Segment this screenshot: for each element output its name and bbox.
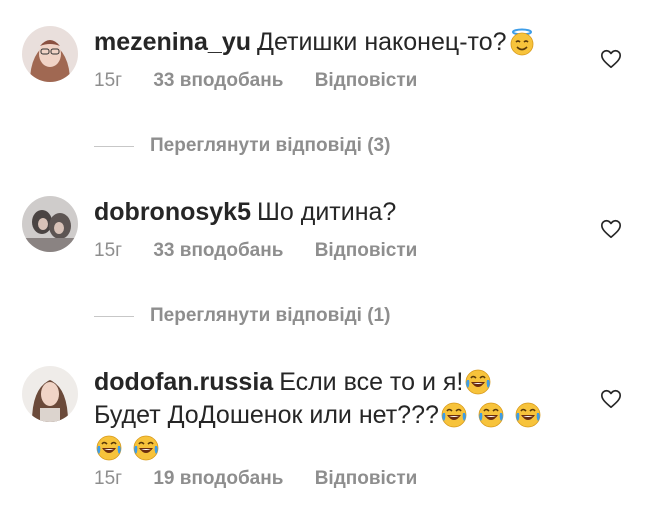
comment-text: mezenina_yu Детишки наконец-то?	[94, 26, 537, 59]
view-replies-button[interactable]: Переглянути відповіді (1)	[94, 305, 390, 327]
avatar[interactable]	[22, 366, 78, 422]
reply-button[interactable]: Відповісти	[315, 468, 418, 489]
face-with-tears-of-joy-icon	[514, 401, 542, 429]
face-with-tears-of-joy-icon	[95, 434, 123, 462]
likes-count[interactable]: 19 вподобань	[153, 468, 283, 489]
comment-body: Детишки наконец-то?	[257, 28, 507, 56]
comment-body-line2: Будет ДоДошенок или нет???	[94, 401, 439, 429]
likes-count[interactable]: 33 вподобань	[153, 240, 283, 261]
username[interactable]: dobronosyk5	[94, 198, 251, 226]
comment-meta: 15г 33 вподобань Відповісти	[94, 70, 443, 92]
heart-outline-icon[interactable]	[600, 48, 622, 70]
comment-text: dobronosyk5 Шо дитина?	[94, 196, 396, 229]
smiling-face-with-halo-icon	[508, 28, 536, 56]
avatar[interactable]	[22, 26, 78, 82]
timestamp: 15г	[94, 240, 123, 261]
comment-body: Шо дитина?	[256, 198, 397, 226]
likes-count[interactable]: 33 вподобань	[153, 70, 283, 91]
username[interactable]: dodofan.russia	[94, 368, 273, 396]
face-with-tears-of-joy-icon	[477, 401, 505, 429]
divider	[94, 145, 134, 147]
comment-meta: 15г 33 вподобань Відповісти	[94, 240, 443, 262]
face-with-tears-of-joy-icon	[132, 434, 160, 462]
comment-text: dodofan.russia Если все то и я! Будет ДоД…	[94, 366, 614, 465]
view-replies-label[interactable]: Переглянути відповіді (3)	[150, 135, 390, 157]
heart-outline-icon[interactable]	[600, 218, 622, 240]
username[interactable]: mezenina_yu	[94, 28, 251, 56]
comment-meta: 15г 19 вподобань Відповісти	[94, 468, 443, 490]
timestamp: 15г	[94, 468, 123, 489]
reply-button[interactable]: Відповісти	[315, 70, 418, 91]
divider	[94, 315, 134, 317]
face-with-tears-of-joy-icon	[440, 401, 468, 429]
view-replies-label[interactable]: Переглянути відповіді (1)	[150, 305, 390, 327]
heart-outline-icon[interactable]	[600, 388, 622, 410]
timestamp: 15г	[94, 70, 123, 91]
view-replies-button[interactable]: Переглянути відповіді (3)	[94, 135, 390, 157]
reply-button[interactable]: Відповісти	[315, 240, 418, 261]
face-with-tears-of-joy-icon	[464, 368, 492, 396]
avatar[interactable]	[22, 196, 78, 252]
comment-body-line1: Если все то и я!	[279, 368, 464, 396]
